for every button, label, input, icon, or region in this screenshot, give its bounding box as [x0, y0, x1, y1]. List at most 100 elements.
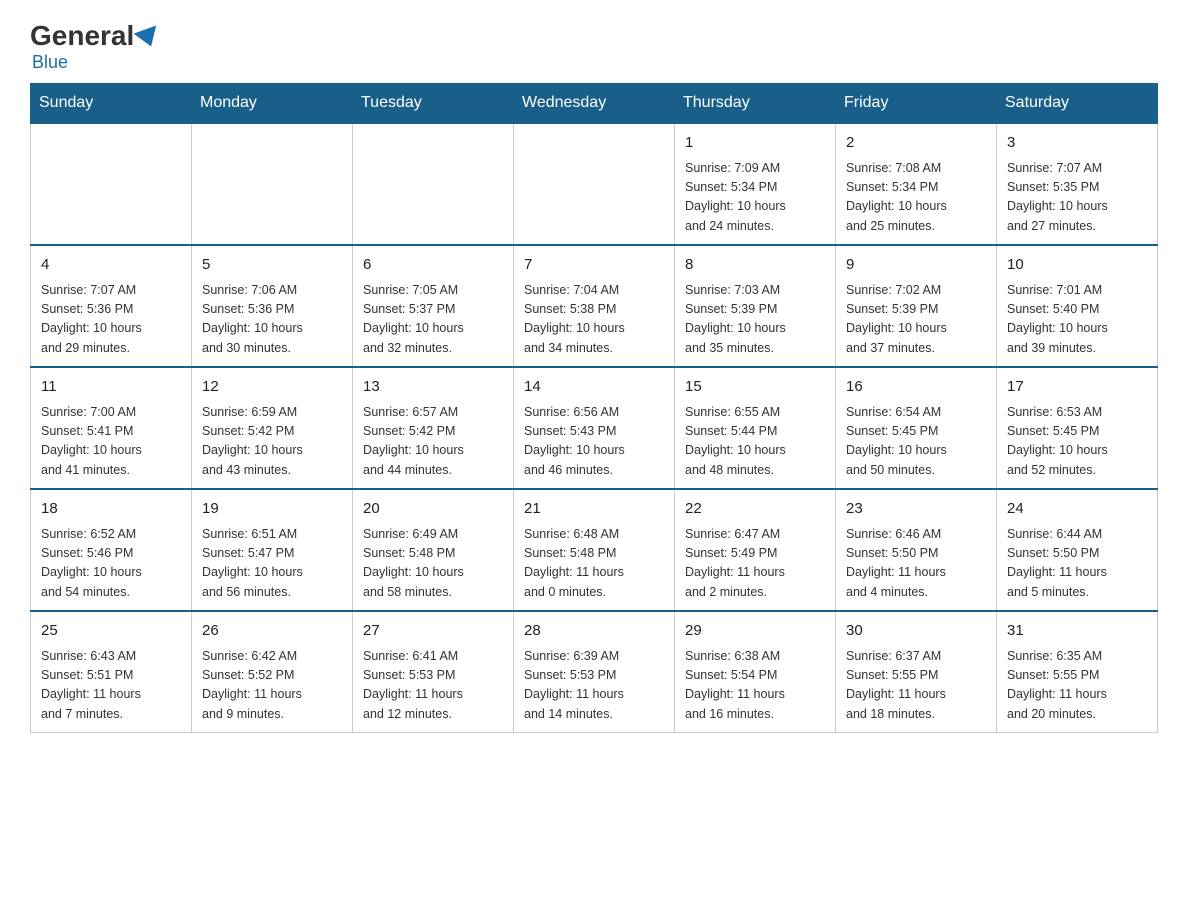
calendar-cell: 2 Sunrise: 7:08 AM Sunset: 5:34 PM Daylig…: [836, 123, 997, 245]
calendar-cell: 17 Sunrise: 6:53 AM Sunset: 5:45 PM Dayli…: [997, 367, 1158, 489]
calendar-cell: 30Sunrise: 6:37 AM Sunset: 5:55 PM Dayli…: [836, 611, 997, 733]
calendar-cell: 16Sunrise: 6:54 AM Sunset: 5:45 PM Dayli…: [836, 367, 997, 489]
day-number: 10: [1007, 254, 1147, 277]
day-info: Sunrise: 6:48 AM Sunset: 5:48 PM Dayligh…: [524, 525, 664, 603]
logo: General Blue: [30, 20, 160, 73]
day-number: 29: [685, 620, 825, 643]
calendar-cell: 8 Sunrise: 7:03 AM Sunset: 5:39 PM Daylig…: [675, 245, 836, 367]
day-info: Sunrise: 6:35 AM Sunset: 5:55 PM Dayligh…: [1007, 647, 1147, 725]
calendar-cell: 4 Sunrise: 7:07 AM Sunset: 5:36 PM Daylig…: [31, 245, 192, 367]
day-info: Sunrise: 6:49 AM Sunset: 5:48 PM Dayligh…: [363, 525, 503, 603]
calendar-cell: 31 Sunrise: 6:35 AM Sunset: 5:55 PM Dayli…: [997, 611, 1158, 733]
day-info: Sunrise: 7:07 AM Sunset: 5:35 PM Dayligh…: [1007, 159, 1147, 237]
calendar-cell: 25Sunrise: 6:43 AM Sunset: 5:51 PM Dayli…: [31, 611, 192, 733]
day-info: Sunrise: 6:46 AM Sunset: 5:50 PM Dayligh…: [846, 525, 986, 603]
calendar-cell: [31, 123, 192, 245]
day-number: 19: [202, 498, 342, 521]
day-number: 28: [524, 620, 664, 643]
calendar-cell: 29Sunrise: 6:38 AM Sunset: 5:54 PM Dayli…: [675, 611, 836, 733]
day-number: 27: [363, 620, 503, 643]
day-info: Sunrise: 7:01 AM Sunset: 5:40 PM Dayligh…: [1007, 281, 1147, 359]
day-info: Sunrise: 6:44 AM Sunset: 5:50 PM Dayligh…: [1007, 525, 1147, 603]
calendar-table: SundayMondayTuesdayWednesdayThursdayFrid…: [30, 83, 1158, 733]
day-of-week-header: Saturday: [997, 84, 1158, 124]
day-info: Sunrise: 7:02 AM Sunset: 5:39 PM Dayligh…: [846, 281, 986, 359]
calendar-cell: 14 Sunrise: 6:56 AM Sunset: 5:43 PM Dayli…: [514, 367, 675, 489]
day-info: Sunrise: 7:07 AM Sunset: 5:36 PM Dayligh…: [41, 281, 181, 359]
calendar-cell: 28 Sunrise: 6:39 AM Sunset: 5:53 PM Dayli…: [514, 611, 675, 733]
day-of-week-header: Sunday: [31, 84, 192, 124]
day-info: Sunrise: 7:06 AM Sunset: 5:36 PM Dayligh…: [202, 281, 342, 359]
logo-triangle-icon: [134, 25, 163, 50]
day-info: Sunrise: 7:03 AM Sunset: 5:39 PM Dayligh…: [685, 281, 825, 359]
calendar-week-row: 11 Sunrise: 7:00 AM Sunset: 5:41 PM Dayli…: [31, 367, 1158, 489]
calendar-cell: 15 Sunrise: 6:55 AM Sunset: 5:44 PM Dayli…: [675, 367, 836, 489]
day-info: Sunrise: 7:08 AM Sunset: 5:34 PM Dayligh…: [846, 159, 986, 237]
day-info: Sunrise: 6:55 AM Sunset: 5:44 PM Dayligh…: [685, 403, 825, 481]
day-info: Sunrise: 6:53 AM Sunset: 5:45 PM Dayligh…: [1007, 403, 1147, 481]
day-info: Sunrise: 6:39 AM Sunset: 5:53 PM Dayligh…: [524, 647, 664, 725]
day-number: 11: [41, 376, 181, 399]
day-number: 1: [685, 132, 825, 155]
day-of-week-header: Friday: [836, 84, 997, 124]
day-info: Sunrise: 7:05 AM Sunset: 5:37 PM Dayligh…: [363, 281, 503, 359]
day-info: Sunrise: 7:09 AM Sunset: 5:34 PM Dayligh…: [685, 159, 825, 237]
calendar-week-row: 1 Sunrise: 7:09 AM Sunset: 5:34 PM Daylig…: [31, 123, 1158, 245]
day-info: Sunrise: 6:57 AM Sunset: 5:42 PM Dayligh…: [363, 403, 503, 481]
calendar-cell: 19 Sunrise: 6:51 AM Sunset: 5:47 PM Dayli…: [192, 489, 353, 611]
day-info: Sunrise: 6:47 AM Sunset: 5:49 PM Dayligh…: [685, 525, 825, 603]
day-number: 7: [524, 254, 664, 277]
day-info: Sunrise: 6:52 AM Sunset: 5:46 PM Dayligh…: [41, 525, 181, 603]
calendar-cell: 12 Sunrise: 6:59 AM Sunset: 5:42 PM Dayli…: [192, 367, 353, 489]
day-info: Sunrise: 6:59 AM Sunset: 5:42 PM Dayligh…: [202, 403, 342, 481]
calendar-cell: [192, 123, 353, 245]
calendar-cell: 21 Sunrise: 6:48 AM Sunset: 5:48 PM Dayli…: [514, 489, 675, 611]
day-info: Sunrise: 6:42 AM Sunset: 5:52 PM Dayligh…: [202, 647, 342, 725]
day-number: 30: [846, 620, 986, 643]
day-number: 16: [846, 376, 986, 399]
day-number: 2: [846, 132, 986, 155]
page-header: General Blue: [30, 20, 1158, 73]
day-number: 4: [41, 254, 181, 277]
calendar-week-row: 4 Sunrise: 7:07 AM Sunset: 5:36 PM Daylig…: [31, 245, 1158, 367]
day-number: 21: [524, 498, 664, 521]
calendar-cell: 6 Sunrise: 7:05 AM Sunset: 5:37 PM Daylig…: [353, 245, 514, 367]
calendar-cell: 7 Sunrise: 7:04 AM Sunset: 5:38 PM Daylig…: [514, 245, 675, 367]
calendar-cell: 5 Sunrise: 7:06 AM Sunset: 5:36 PM Daylig…: [192, 245, 353, 367]
calendar-cell: 10 Sunrise: 7:01 AM Sunset: 5:40 PM Dayli…: [997, 245, 1158, 367]
day-number: 9: [846, 254, 986, 277]
calendar-cell: 18Sunrise: 6:52 AM Sunset: 5:46 PM Dayli…: [31, 489, 192, 611]
logo-general-text: General: [30, 20, 134, 52]
calendar-cell: [353, 123, 514, 245]
day-number: 17: [1007, 376, 1147, 399]
day-number: 24: [1007, 498, 1147, 521]
day-info: Sunrise: 7:00 AM Sunset: 5:41 PM Dayligh…: [41, 403, 181, 481]
calendar-cell: 26 Sunrise: 6:42 AM Sunset: 5:52 PM Dayli…: [192, 611, 353, 733]
day-number: 6: [363, 254, 503, 277]
day-info: Sunrise: 6:43 AM Sunset: 5:51 PM Dayligh…: [41, 647, 181, 725]
calendar-cell: [514, 123, 675, 245]
day-number: 15: [685, 376, 825, 399]
calendar-cell: 24 Sunrise: 6:44 AM Sunset: 5:50 PM Dayli…: [997, 489, 1158, 611]
day-number: 12: [202, 376, 342, 399]
day-of-week-header: Thursday: [675, 84, 836, 124]
day-number: 14: [524, 376, 664, 399]
day-number: 23: [846, 498, 986, 521]
day-info: Sunrise: 7:04 AM Sunset: 5:38 PM Dayligh…: [524, 281, 664, 359]
day-number: 31: [1007, 620, 1147, 643]
calendar-week-row: 25Sunrise: 6:43 AM Sunset: 5:51 PM Dayli…: [31, 611, 1158, 733]
day-number: 20: [363, 498, 503, 521]
day-info: Sunrise: 6:56 AM Sunset: 5:43 PM Dayligh…: [524, 403, 664, 481]
day-number: 22: [685, 498, 825, 521]
day-number: 5: [202, 254, 342, 277]
day-number: 3: [1007, 132, 1147, 155]
calendar-week-row: 18Sunrise: 6:52 AM Sunset: 5:46 PM Dayli…: [31, 489, 1158, 611]
calendar-cell: 13Sunrise: 6:57 AM Sunset: 5:42 PM Dayli…: [353, 367, 514, 489]
calendar-cell: 23 Sunrise: 6:46 AM Sunset: 5:50 PM Dayli…: [836, 489, 997, 611]
calendar-header-row: SundayMondayTuesdayWednesdayThursdayFrid…: [31, 84, 1158, 124]
day-info: Sunrise: 6:51 AM Sunset: 5:47 PM Dayligh…: [202, 525, 342, 603]
day-number: 8: [685, 254, 825, 277]
calendar-cell: 9 Sunrise: 7:02 AM Sunset: 5:39 PM Daylig…: [836, 245, 997, 367]
day-number: 26: [202, 620, 342, 643]
logo-blue-text: Blue: [32, 52, 68, 73]
